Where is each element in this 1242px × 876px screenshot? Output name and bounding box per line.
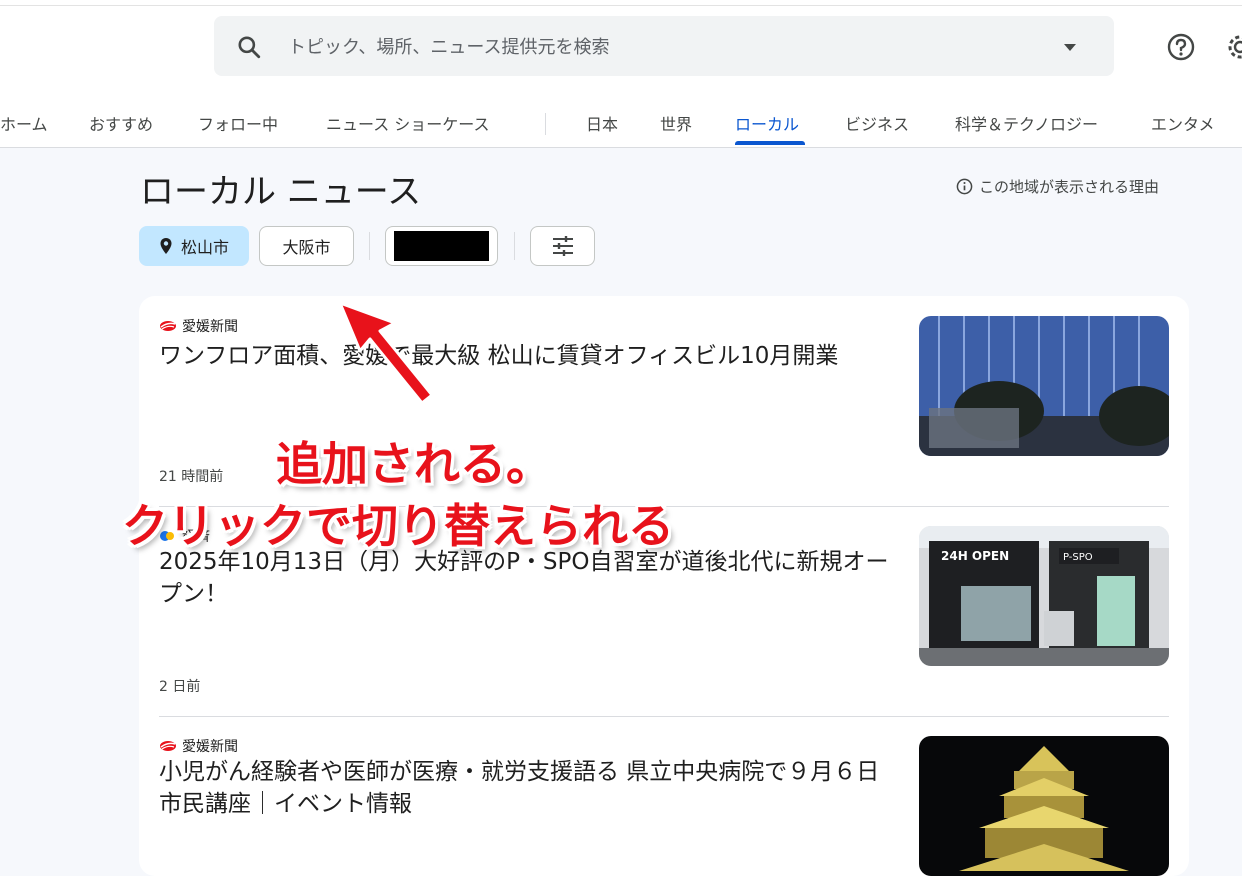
tab-news-showcase[interactable]: ニュース ショーケース [326,111,490,135]
location-chip-redacted[interactable] [385,226,498,266]
location-pin-icon [160,238,172,254]
svg-text:24H OPEN: 24H OPEN [941,549,1009,563]
settings-gear-icon[interactable] [1224,31,1242,63]
annotation-arrow [338,301,434,405]
top-divider [0,5,1242,6]
annotation-text-added: 追加される。 [276,437,552,491]
search-bar[interactable] [214,16,1114,76]
active-tab-indicator [735,141,805,145]
tab-world[interactable]: 世界 [660,111,692,135]
article-thumbnail[interactable] [919,316,1169,456]
tab-recommended[interactable]: おすすめ [89,111,153,135]
tab-business[interactable]: ビジネス [845,111,909,135]
top-app-bar: ホーム おすすめ フォロー中 ニュース ショーケース 日本 世界 ローカル ビジ… [0,0,1242,148]
source-name: 愛媛新聞 [182,319,238,335]
article-headline[interactable]: ワンフロア面積、愛媛で最大級 松山に賃貸オフィスビル10月開業 [159,340,899,372]
castle-night-image [919,736,1169,876]
office-building-image [919,316,1169,456]
search-icon[interactable] [236,34,262,60]
location-chip-osaka[interactable]: 大阪市 [259,226,354,266]
dropdown-caret-icon[interactable] [1062,40,1078,54]
tab-science-tech[interactable]: 科学＆テクノロジー [955,111,1098,135]
article-time: 21 時間前 [159,469,224,485]
redacted-block [394,231,489,261]
study-room-storefront-image: 24H OPEN P-SPO [919,526,1169,666]
why-this-region-link[interactable]: この地域が表示される理由 [956,176,1159,197]
search-input[interactable] [286,30,1030,64]
article-source: 愛媛新聞 [159,316,238,336]
annotation-text-switchable: クリックで切り替えられる [122,499,674,553]
chip-label: 松山市 [180,238,229,257]
why-this-region-label[interactable]: この地域が表示される理由 [979,176,1159,197]
manage-locations-button[interactable] [530,226,595,266]
tab-home[interactable]: ホーム [0,111,48,135]
news-card: 愛媛新聞 ワンフロア面積、愛媛で最大級 松山に賃貸オフィスビル10月開業 21 … [139,296,1189,876]
section-tabs: ホーム おすすめ フォロー中 ニュース ショーケース 日本 世界 ローカル ビジ… [0,96,1242,146]
tab-divider [545,113,546,135]
location-chip-matsuyama[interactable]: 松山市 [139,226,249,266]
chip-divider [514,232,515,260]
tab-local[interactable]: ローカル [735,111,799,135]
page-title: ローカル ニュース [140,172,422,212]
tab-entertainment[interactable]: エンタメ [1151,111,1215,135]
svg-text:P-SPO: P-SPO [1063,552,1093,563]
article-divider [159,716,1169,717]
source-name: 愛媛新聞 [182,739,238,755]
tab-japan[interactable]: 日本 [586,111,618,135]
article-thumbnail[interactable] [919,736,1169,876]
chip-label: 大阪市 [282,238,331,257]
article-source: 愛媛新聞 [159,736,238,756]
article-headline[interactable]: 小児がん経験者や医師が医療・就労支援語る 県立中央病院で９月６日市民講座｜イベン… [159,756,899,820]
article-time: 2 日前 [159,679,201,695]
ehime-shimbun-logo-icon [160,321,176,331]
help-icon[interactable] [1166,32,1196,62]
ehime-shimbun-logo-icon [160,741,176,751]
tab-following[interactable]: フォロー中 [198,111,278,135]
info-icon [956,178,973,195]
tune-filter-icon [552,236,573,256]
chip-divider [369,232,370,260]
article-thumbnail[interactable]: 24H OPEN P-SPO [919,526,1169,666]
